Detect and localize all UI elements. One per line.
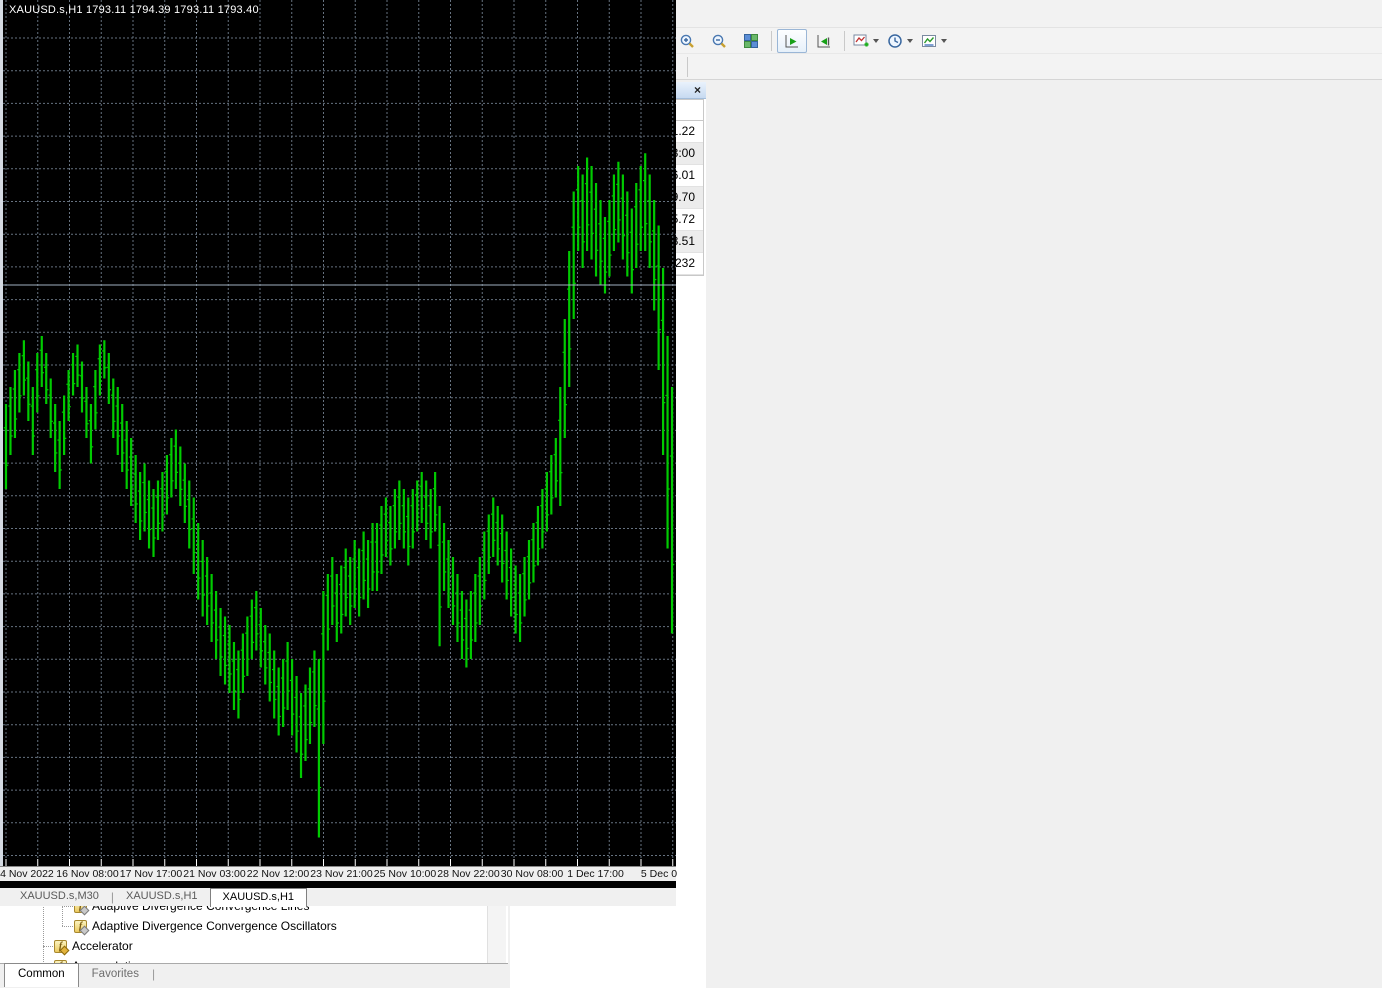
time-axis-label: 17 Nov 17:00	[120, 868, 182, 880]
chart-shift-icon	[816, 33, 832, 49]
chart-window: XAUUSD.s,H1 1793.11 1794.39 1793.11 1793…	[0, 0, 676, 906]
zoom-out-icon	[711, 33, 727, 49]
mt4-terminal: FileViewInsertChartsToolsWindowHelp New …	[0, 0, 1382, 988]
periods-button[interactable]	[884, 29, 916, 53]
tile-windows-icon	[743, 33, 759, 49]
chevron-down-icon	[941, 39, 947, 43]
periods-icon	[887, 33, 903, 49]
templates-button[interactable]	[918, 29, 950, 53]
toolbar-separator	[844, 31, 845, 51]
time-axis-label: 22 Nov 12:00	[247, 868, 309, 880]
zoom-in-icon	[679, 33, 695, 49]
navigator-item-label: Accelerator	[72, 939, 133, 953]
templates-icon	[921, 33, 937, 49]
time-axis-label: 23 Nov 21:00	[310, 868, 372, 880]
time-axis: 14 Nov 202216 Nov 08:0017 Nov 17:0021 No…	[0, 866, 676, 882]
time-axis-label: 21 Nov 03:00	[183, 868, 245, 880]
toolbar-separator	[771, 31, 772, 51]
time-axis-label: 25 Nov 10:00	[374, 868, 436, 880]
zoom-out-button[interactable]	[704, 29, 734, 53]
tree-guide-line	[62, 906, 73, 908]
auto-scroll-button[interactable]	[777, 29, 807, 53]
indicators-button[interactable]	[850, 29, 882, 53]
toolbar-separator	[687, 57, 688, 77]
navigator-tab-common[interactable]: Common	[4, 963, 79, 987]
auto-scroll-icon	[784, 33, 800, 49]
navigator-tab-favorites[interactable]: Favorites	[79, 964, 152, 985]
tab-separator: |	[152, 964, 155, 985]
chart-tab-1[interactable]: XAUUSD.s,H1	[114, 888, 210, 906]
chart-tab-0[interactable]: XAUUSD.s,M30	[8, 888, 111, 906]
navigator-item-label: Adaptive Divergence Convergence Oscillat…	[92, 919, 337, 933]
close-icon[interactable]: ×	[694, 82, 701, 98]
tree-guide-line	[62, 926, 73, 928]
chart-shift-button[interactable]	[809, 29, 839, 53]
chevron-down-icon	[873, 39, 879, 43]
chart-tab-bar: XAUUSD.s,M30|XAUUSD.s,H1XAUUSD.s,H1	[0, 888, 676, 906]
tile-windows-button[interactable]	[736, 29, 766, 53]
tree-guide-line	[43, 946, 53, 948]
navigator-item-accelerator[interactable]: f Accelerator	[54, 936, 133, 956]
chart-tab-2[interactable]: XAUUSD.s,H1	[210, 888, 308, 907]
zoom-in-button[interactable]	[672, 29, 702, 53]
navigator-item-accumulation[interactable]: fAccumulation	[54, 956, 144, 963]
indicators-icon	[853, 33, 869, 49]
indicator-function-icon: f	[54, 940, 67, 953]
time-axis-label: 30 Nov 08:00	[501, 868, 563, 880]
chevron-down-icon	[907, 39, 913, 43]
time-axis-label: 5 Dec 0	[641, 868, 677, 880]
chart-bottom-edge	[0, 881, 676, 888]
price-chart[interactable]	[0, 0, 676, 866]
navigator-item-adaptive-divergence-convergence-oscillators[interactable]: f Adaptive Divergence Convergence Oscilla…	[74, 916, 337, 936]
time-axis-label: 16 Nov 08:00	[56, 868, 118, 880]
time-axis-label: 1 Dec 17:00	[567, 868, 624, 880]
chart-info-line: XAUUSD.s,H1 1793.11 1794.39 1793.11 1793…	[9, 4, 259, 16]
indicator-function-icon: f	[74, 920, 87, 933]
navigator-tabs: CommonFavorites|	[0, 963, 508, 988]
time-axis-label: 28 Nov 22:00	[437, 868, 499, 880]
time-axis-label: 14 Nov 2022	[0, 868, 54, 880]
